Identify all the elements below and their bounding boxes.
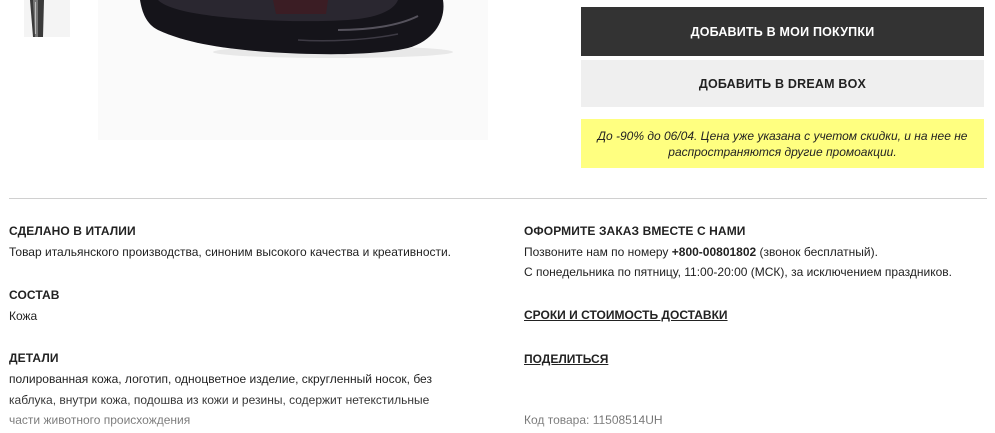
add-to-cart-button[interactable]: ДОБАВИТЬ В МОИ ПОКУПКИ bbox=[581, 7, 984, 56]
contact-phone-line: Позвоните нам по номеру +800-00801802 (з… bbox=[524, 242, 878, 263]
contact-title: ОФОРМИТЕ ЗАКАЗ ВМЕСТЕ С НАМИ bbox=[524, 224, 746, 238]
section-divider bbox=[9, 198, 987, 199]
promo-line-2: распространяются другие промоакции. bbox=[668, 144, 897, 159]
composition-text: Кожа bbox=[9, 309, 38, 323]
product-code: Код товара: 11508514UH bbox=[524, 413, 663, 427]
product-main-image bbox=[98, 0, 488, 140]
shoe-thumbnail-image bbox=[24, 0, 70, 37]
delivery-info-link[interactable]: СРОКИ И СТОИМОСТЬ ДОСТАВКИ bbox=[524, 308, 728, 322]
add-to-dreambox-button[interactable]: ДОБАВИТЬ В DREAM BOX bbox=[581, 60, 984, 107]
composition-title: СОСТАВ bbox=[9, 288, 60, 302]
features-line-2: каблука, внутри кожа, подошва из кожи и … bbox=[9, 393, 430, 407]
product-thumbnail[interactable] bbox=[24, 0, 70, 37]
contact-phone-prefix: Позвоните нам по номеру bbox=[524, 245, 672, 259]
shoe-image bbox=[98, 0, 488, 140]
phone-number[interactable]: +800-00801802 bbox=[672, 245, 756, 259]
features-line-3: части животного происхождения bbox=[9, 413, 191, 427]
features-line-1: полированная кожа, логотип, одноцветное … bbox=[9, 372, 432, 386]
share-link[interactable]: ПОДЕЛИТЬСЯ bbox=[524, 352, 608, 366]
contact-phone-suffix: (звонок бесплатный). bbox=[756, 245, 878, 259]
made-in-text: Товар итальянского производства, синоним… bbox=[9, 245, 452, 259]
promo-notice: До -90% до 06/04. Цена уже указана с уче… bbox=[581, 119, 984, 168]
made-in-title: СДЕЛАНО В ИТАЛИИ bbox=[9, 224, 136, 238]
features-title: ДЕТАЛИ bbox=[9, 351, 59, 365]
contact-hours: С понедельника по пятницу, 11:00-20:00 (… bbox=[524, 265, 952, 279]
promo-line-1: До -90% до 06/04. Цена уже указана с уче… bbox=[597, 128, 968, 143]
